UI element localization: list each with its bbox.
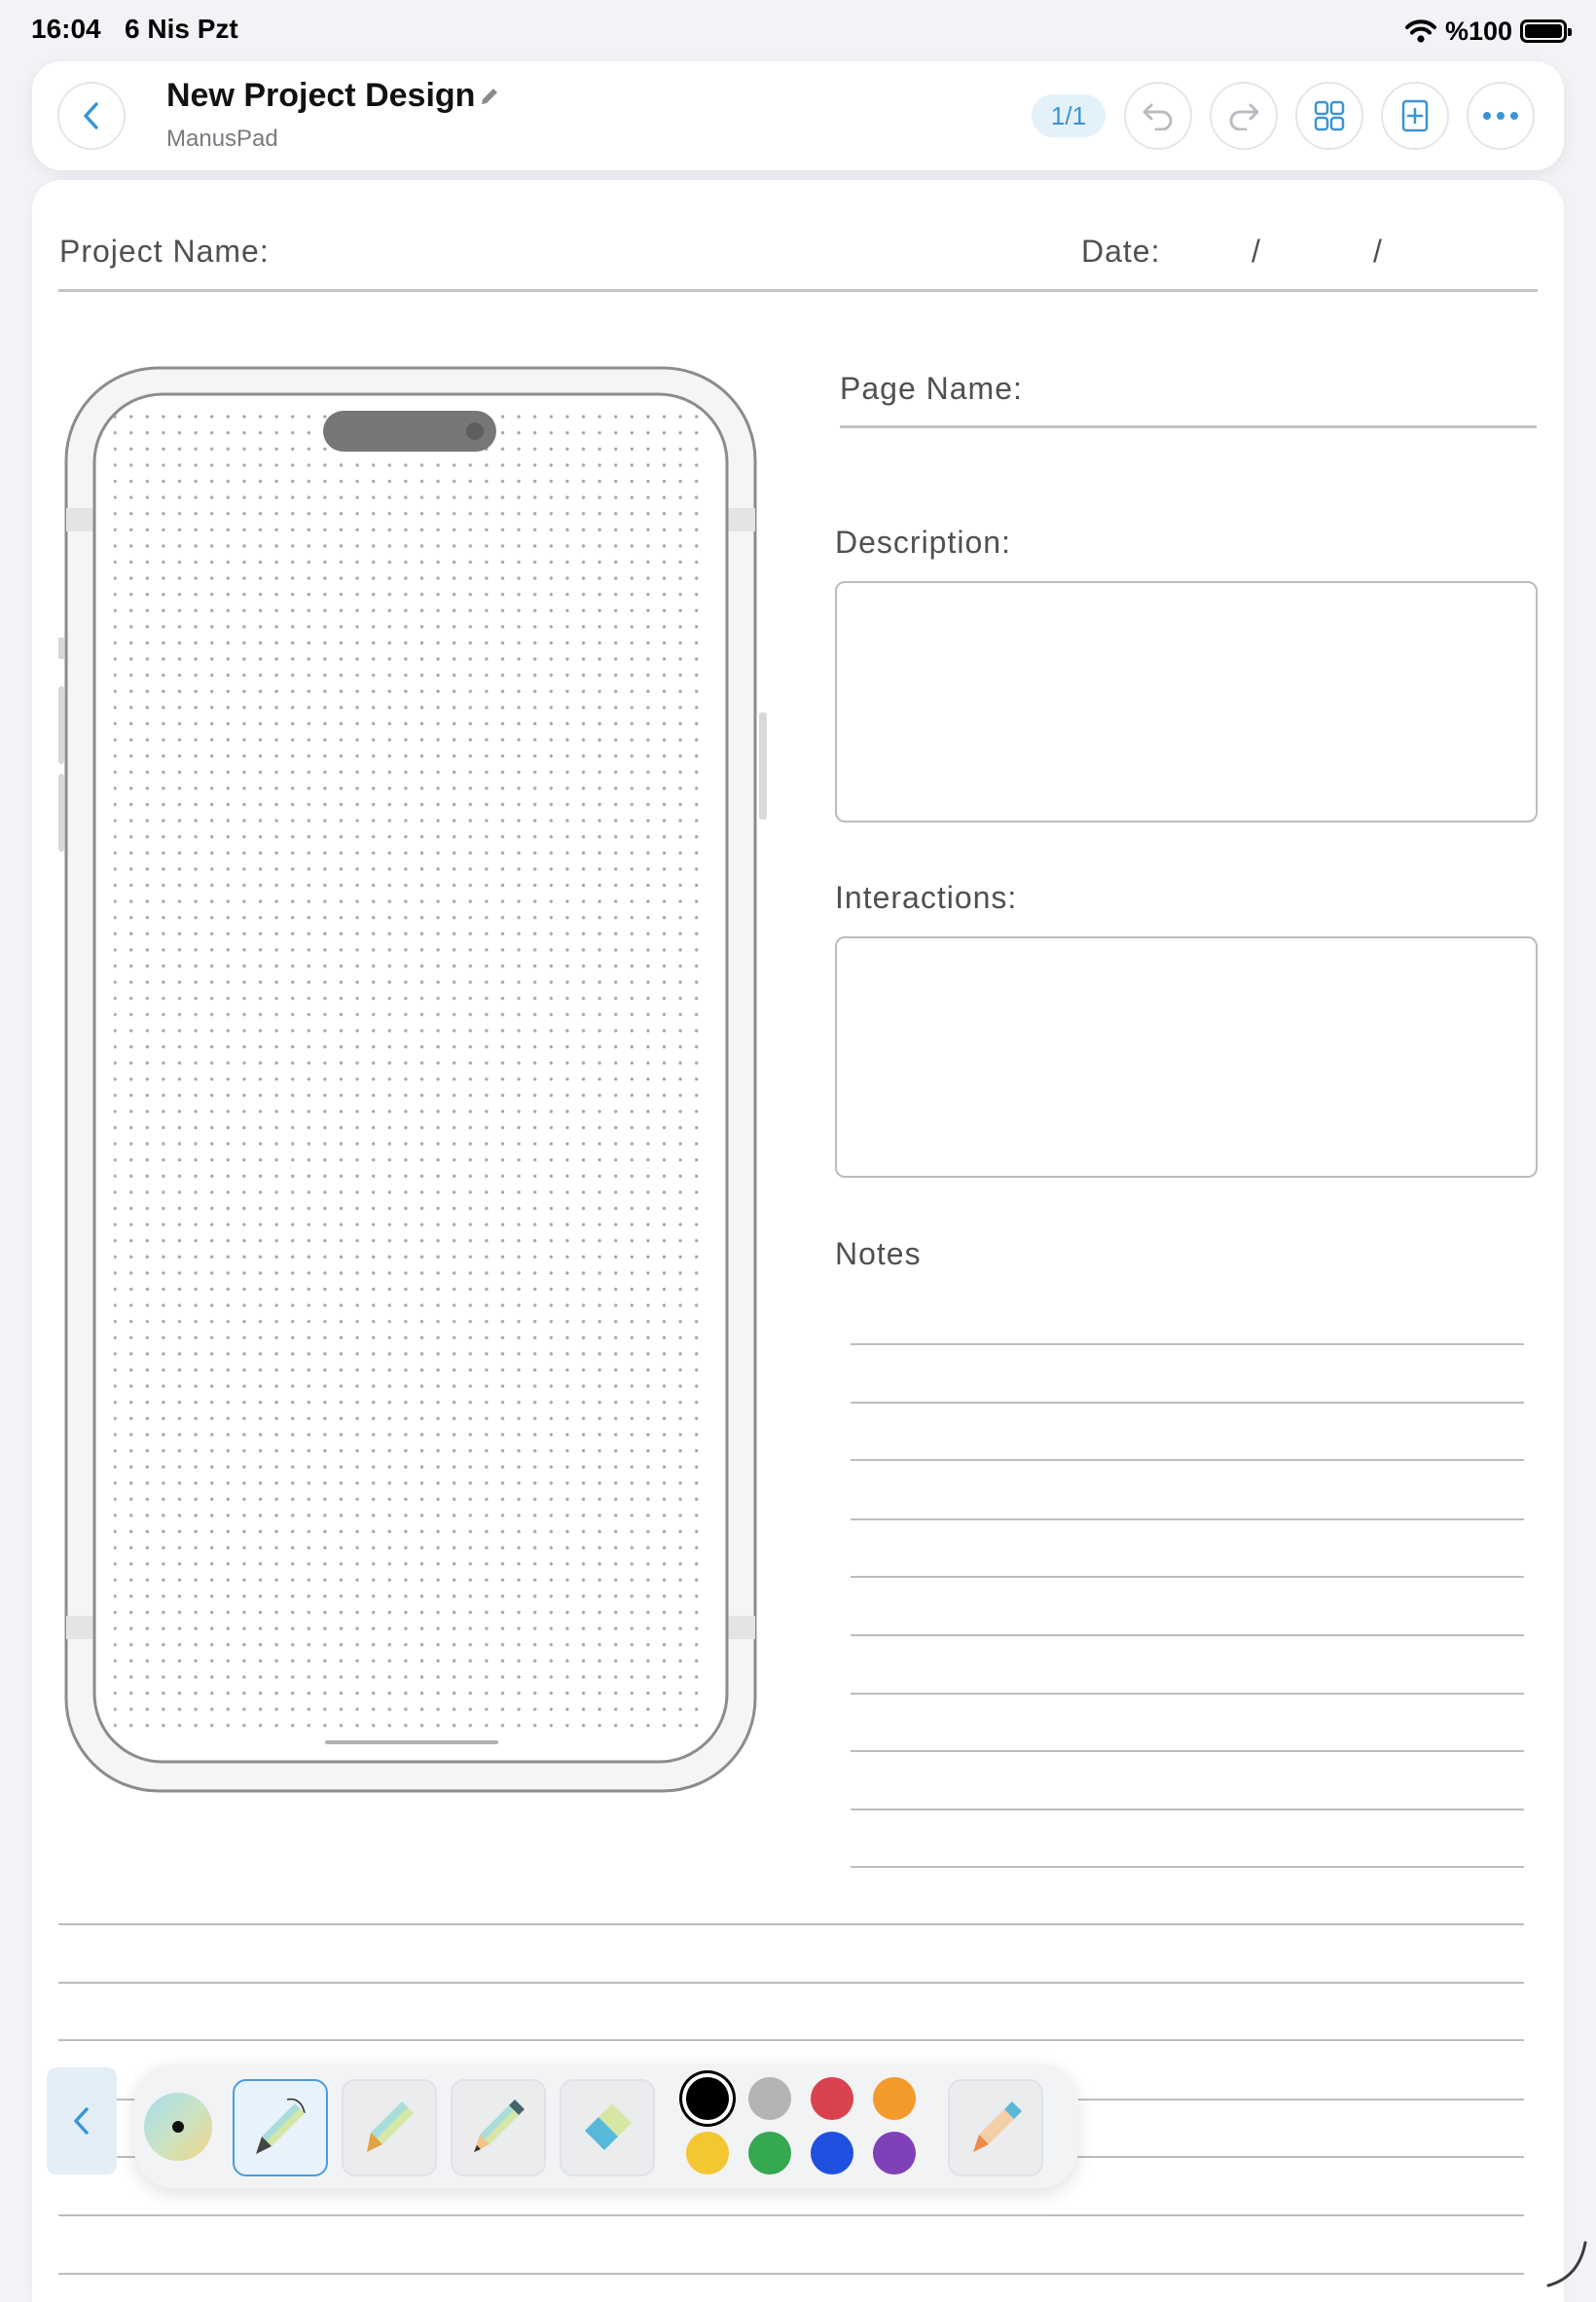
highlighter-tool[interactable] [948,2079,1043,2176]
notes-line [851,1634,1524,1636]
grid-icon [1314,100,1345,131]
notes-line [851,1459,1524,1461]
redo-icon [1229,103,1259,130]
notes-line [851,1809,1524,1810]
header-rule [58,289,1538,292]
page-curl-icon[interactable] [1542,2237,1591,2291]
color-swatch-red[interactable] [811,2077,853,2120]
chevron-left-icon [84,102,98,129]
page-grid-button[interactable] [1295,82,1363,150]
description-label: Description: [835,525,1011,560]
color-swatch-blue[interactable] [811,2132,853,2174]
document-subtitle: ManusPad [166,126,278,152]
pencil-tool[interactable] [451,2079,546,2176]
more-icon [1483,112,1518,120]
home-indicator [325,1740,498,1744]
toolbar-collapse-button[interactable] [47,2067,117,2174]
page-line [58,2214,1524,2216]
notes-line [851,1750,1524,1752]
page-name-rule [840,425,1537,428]
rename-button[interactable] [478,85,501,115]
pencil-icon [482,89,497,104]
undo-icon [1143,103,1173,130]
color-picker-button[interactable] [142,2091,214,2163]
notes-label: Notes [835,1236,922,1271]
date-separator: / [1251,234,1261,269]
back-button[interactable] [57,82,126,150]
status-time: 16:04 [31,14,101,44]
notes-line [851,1693,1524,1695]
fountain-pen-icon [256,2098,306,2154]
marker-tool[interactable] [342,2079,437,2176]
page-line [58,2039,1524,2041]
chevron-left-icon [74,2107,89,2135]
description-box[interactable] [835,581,1538,822]
status-indicators: %100 [1404,14,1572,49]
notes-line [851,1343,1524,1345]
add-page-icon [1401,99,1429,132]
notes-line [851,1402,1524,1404]
status-date: 6 Nis Pzt [125,14,238,44]
highlighter-icon [973,2101,1022,2152]
document-header: New Project Design ManusPad 1/1 [32,61,1564,170]
color-swatch-black[interactable] [686,2077,729,2120]
fountain-pen-tool[interactable] [233,2079,328,2176]
undo-button[interactable] [1124,82,1192,150]
color-swatch-purple[interactable] [873,2132,916,2174]
drawing-toolbar [134,2064,1078,2188]
page-line [58,1982,1524,1984]
page-indicator[interactable]: 1/1 [1032,94,1106,137]
add-page-button[interactable] [1381,82,1449,150]
interactions-box[interactable] [835,936,1538,1178]
battery-percent: %100 [1444,16,1512,46]
marker-icon [367,2101,414,2152]
document-title[interactable]: New Project Design [166,77,475,115]
phone-frame [58,366,767,1793]
page-line [58,1923,1524,1925]
date-label: Date: [1081,234,1161,269]
battery-icon [1520,19,1572,43]
redo-button[interactable] [1210,82,1278,150]
notes-line [851,1518,1524,1520]
eraser-tool[interactable] [560,2079,655,2176]
page-line [58,2273,1524,2275]
page-name-label: Page Name: [840,371,1023,406]
eraser-icon [585,2103,632,2150]
color-swatch-orange[interactable] [873,2077,916,2120]
notes-line [851,1866,1524,1868]
more-button[interactable] [1467,82,1535,150]
pencil-tool-icon [474,2100,525,2152]
interactions-label: Interactions: [835,880,1018,915]
color-swatch-green[interactable] [748,2132,791,2174]
color-swatch-yellow[interactable] [686,2132,729,2174]
date-separator: / [1373,234,1383,269]
color-swatch-gray[interactable] [748,2077,791,2120]
notes-line [851,1576,1524,1578]
project-name-label: Project Name: [59,234,270,269]
wifi-icon [1404,19,1436,43]
